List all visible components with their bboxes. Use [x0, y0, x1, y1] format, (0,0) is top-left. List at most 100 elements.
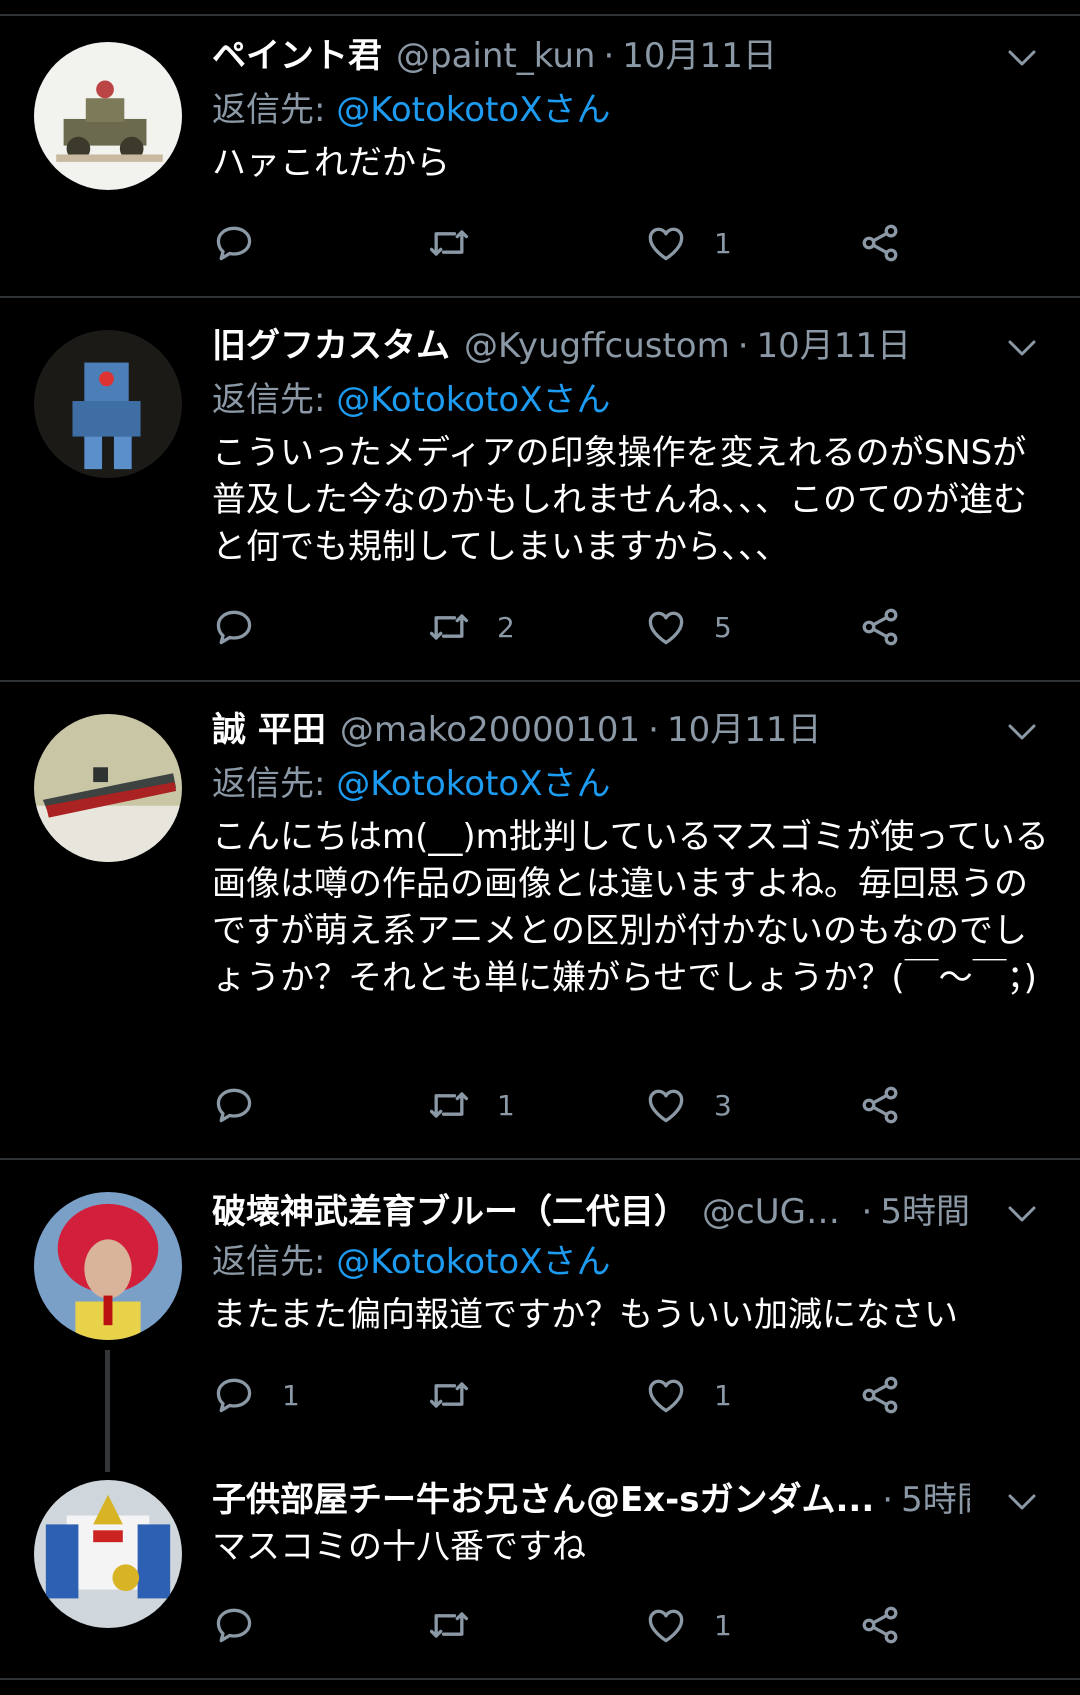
like-count: 1 — [714, 226, 732, 260]
separator-dot: · — [737, 326, 749, 366]
user-handle[interactable]: @paint_kun — [396, 32, 595, 80]
reply-to-link[interactable]: @KotokotoXさん — [336, 764, 610, 804]
retweet-count: 2 — [497, 610, 515, 644]
reply-button[interactable]: 1 — [212, 1370, 300, 1420]
tweet-text: こういったメディアの印象操作を変えれるのがSNSが普及した今なのかもしれませんね… — [212, 433, 1027, 567]
retweet-icon — [427, 605, 471, 649]
user-handle[interactable]: @mako20000101 — [340, 706, 640, 754]
like-button[interactable]: 3 — [644, 1080, 732, 1130]
retweet-button[interactable] — [427, 1370, 497, 1420]
chevron-down-icon[interactable] — [1004, 714, 1040, 750]
display-name[interactable]: 子供部屋チー牛お兄さん@Ex-sガンダム... — [212, 1476, 874, 1524]
reply-to-link[interactable]: @KotokotoXさん — [336, 90, 610, 130]
reply-icon — [212, 605, 256, 649]
avatar[interactable] — [34, 42, 182, 190]
display-name[interactable]: 旧グフカスタム — [212, 322, 450, 370]
avatar[interactable] — [34, 1480, 182, 1628]
divider — [0, 14, 1080, 16]
chevron-down-icon[interactable] — [1004, 1484, 1040, 1520]
retweet-icon — [427, 1373, 471, 1417]
tweet-header: 旧グフカスタム @Kyugffcustom · 10月11日 — [212, 322, 970, 370]
like-count: 5 — [714, 610, 732, 644]
reply-to-label: 返信先: — [212, 380, 337, 420]
like-count: 3 — [714, 1088, 732, 1122]
share-button[interactable] — [858, 602, 902, 652]
divider — [0, 1158, 1080, 1160]
timestamp[interactable]: 10月11日 — [757, 322, 912, 370]
tweet-header: ペイント君 @paint_kun · 10月11日 — [212, 32, 970, 80]
separator-dot: · — [648, 710, 659, 750]
user-handle[interactable]: @cUGQ... — [702, 1188, 854, 1236]
separator-dot: · — [603, 36, 615, 76]
thread-connector — [105, 1350, 110, 1472]
reply-to-link[interactable]: @KotokotoXさん — [336, 1242, 610, 1282]
reply-icon — [212, 1373, 256, 1417]
display-name[interactable]: ペイント君 — [212, 32, 382, 80]
tweet-header: 破壊神武差育ブルー（二代目） @cUGQ... · 5時間 — [212, 1188, 970, 1236]
like-button[interactable]: 1 — [644, 218, 732, 268]
reply-button[interactable] — [212, 218, 282, 268]
action-bar: 1 — [212, 1600, 972, 1650]
timestamp[interactable]: 10月11日 — [622, 32, 777, 80]
heart-icon — [644, 605, 688, 649]
user-handle[interactable]: @Kyugffcustom — [464, 322, 730, 370]
timestamp[interactable]: 5時間 — [901, 1476, 970, 1524]
heart-icon — [644, 1603, 688, 1647]
reply-to: 返信先: @KotokotoXさん — [212, 1238, 611, 1286]
reply-to-label: 返信先: — [212, 1242, 337, 1282]
heart-icon — [644, 221, 688, 265]
tweet-text: またまた偏向報道ですか？もういい加減になさい — [212, 1295, 958, 1335]
chevron-down-icon[interactable] — [1004, 1196, 1040, 1232]
divider — [0, 680, 1080, 682]
like-button[interactable]: 1 — [644, 1600, 732, 1650]
display-name[interactable]: 破壊神武差育ブルー（二代目） — [212, 1188, 688, 1236]
reply-to-link[interactable]: @KotokotoXさん — [336, 380, 610, 420]
like-button[interactable]: 5 — [644, 602, 732, 652]
share-icon — [858, 1373, 902, 1417]
chevron-down-icon[interactable] — [1004, 40, 1040, 76]
retweet-button[interactable]: 1 — [427, 1080, 515, 1130]
timestamp[interactable]: 10月11日 — [667, 706, 822, 754]
avatar[interactable] — [34, 330, 182, 478]
reply-button[interactable] — [212, 1080, 282, 1130]
retweet-button[interactable]: 2 — [427, 602, 515, 652]
like-button[interactable]: 1 — [644, 1370, 732, 1420]
reply-to: 返信先: @KotokotoXさん — [212, 86, 611, 134]
share-button[interactable] — [858, 1370, 902, 1420]
retweet-button[interactable] — [427, 218, 497, 268]
avatar[interactable] — [34, 714, 182, 862]
separator-dot: · — [861, 1192, 873, 1232]
reply-button[interactable] — [212, 602, 282, 652]
chevron-down-icon[interactable] — [1004, 330, 1040, 366]
reply-count: 1 — [282, 1378, 300, 1412]
tweet-header: 子供部屋チー牛お兄さん@Ex-sガンダム... · 5時間 — [212, 1476, 970, 1524]
action-bar: 1 3 — [212, 1080, 972, 1130]
retweet-icon — [427, 1083, 471, 1127]
display-name[interactable]: 誠 平田 — [212, 706, 326, 754]
retweet-button[interactable] — [427, 1600, 497, 1650]
retweet-icon — [427, 221, 471, 265]
share-button[interactable] — [858, 1600, 902, 1650]
avatar[interactable] — [34, 1192, 182, 1340]
retweet-count: 1 — [497, 1088, 515, 1122]
reply-to-label: 返信先: — [212, 90, 337, 130]
divider — [0, 296, 1080, 298]
reply-icon — [212, 1083, 256, 1127]
action-bar: 1 — [212, 218, 972, 268]
reply-to: 返信先: @KotokotoXさん — [212, 760, 611, 808]
like-count: 1 — [714, 1378, 732, 1412]
action-bar: 2 5 — [212, 602, 972, 652]
separator-dot: · — [882, 1480, 894, 1520]
share-icon — [858, 1083, 902, 1127]
reply-button[interactable] — [212, 1600, 282, 1650]
divider — [0, 1678, 1080, 1680]
reply-icon — [212, 1603, 256, 1647]
timestamp[interactable]: 5時間 — [880, 1188, 970, 1236]
action-bar: 1 1 — [212, 1370, 972, 1420]
share-button[interactable] — [858, 1080, 902, 1130]
tweet-text: こんにちはm(__)m批判しているマスゴミが使っている画像は噂の作品の画像とは違… — [212, 817, 1049, 998]
reply-icon — [212, 221, 256, 265]
heart-icon — [644, 1373, 688, 1417]
share-icon — [858, 605, 902, 649]
share-button[interactable] — [858, 218, 902, 268]
